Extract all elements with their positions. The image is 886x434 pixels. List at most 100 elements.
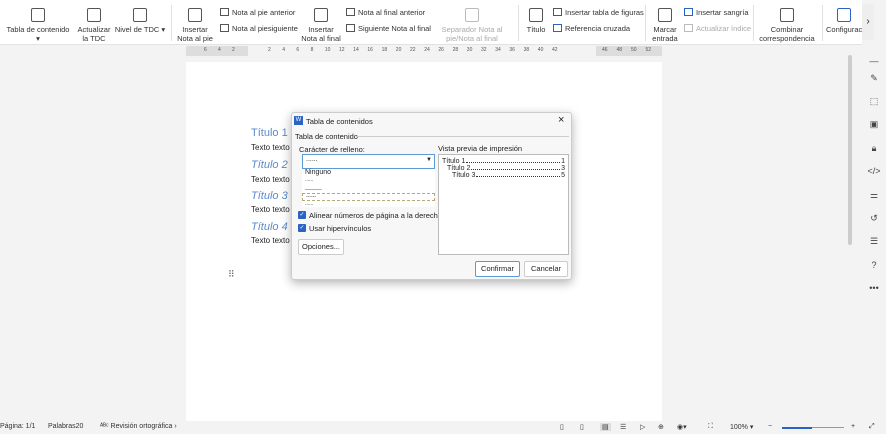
layers-icon[interactable]: ☰ (866, 236, 882, 247)
cancel-button[interactable]: Cancelar (524, 261, 568, 277)
scrollbar[interactable] (848, 55, 852, 245)
ruler-tick: 24 (424, 47, 430, 53)
fill-select[interactable]: ...... ▼ (302, 154, 435, 169)
toc-button[interactable]: Tabla de contenido ▾ (4, 8, 72, 43)
code-icon[interactable]: </> (866, 166, 882, 176)
heading-4: Título 4 (251, 221, 288, 233)
update-index-button[interactable]: Actualizar índice (684, 24, 751, 33)
insert-indent-button[interactable]: Insertar sangría (684, 8, 749, 17)
separator-button[interactable]: Separador Nota al pie/Nota al final (432, 8, 512, 43)
label: Título (526, 25, 546, 34)
web-icon[interactable]: ⊕ (658, 423, 664, 431)
ruler-tick: 28 (452, 47, 459, 53)
preview-row: Título 1 1 (442, 158, 565, 165)
insert-endnote-button[interactable]: Insertar Nota al final (300, 8, 342, 43)
option[interactable]: Ninguno (302, 169, 435, 177)
minus-icon[interactable]: — (866, 56, 882, 66)
next-endnote-button[interactable]: Siguiente Nota al final (346, 24, 431, 33)
preview-row: Título 3 5 (442, 172, 565, 179)
dialog-title: Tabla de contenidos (306, 117, 373, 126)
options-button[interactable]: Opciones... (298, 239, 344, 255)
history-icon[interactable]: ↺ (866, 213, 882, 224)
align-checkbox[interactable]: ✓ (298, 211, 306, 219)
help-icon[interactable]: ? (866, 260, 882, 270)
status-bar: Página: 1/1 Palabras20 ᴬᴮᶜ Revisión orto… (0, 421, 886, 434)
more-icon[interactable]: ••• (866, 283, 882, 293)
group-label: Tabla de contenido (295, 132, 358, 141)
body-text: Texto texto (251, 143, 290, 152)
drag-handle-icon[interactable]: ⠿ (228, 269, 235, 280)
hyperlinks-label: Usar hipervínculos (309, 224, 372, 233)
update-toc-button[interactable]: Actualizar la TDC (74, 8, 114, 43)
body-text: Texto texto (251, 205, 290, 214)
ruler[interactable]: 6 4 2 2 4 6 8 10 12 14 16 18 20 22 24 26 28 30 32 34 36 38 40 4… (186, 46, 662, 56)
ruler-tick: 38 (523, 47, 530, 53)
outline-icon[interactable]: ☰ (620, 423, 626, 431)
confirm-button[interactable]: Confirmar (475, 261, 520, 277)
option[interactable]: ...... (302, 177, 435, 185)
heading-1: Título 1 (251, 127, 288, 139)
ruler-tick: 40 (537, 47, 544, 53)
align-label: Alinear números de página a la derecha (309, 211, 443, 220)
update-icon (684, 24, 693, 32)
caption-button[interactable]: Título (524, 8, 548, 34)
ribbon-scroll-right[interactable]: › (862, 4, 874, 40)
prev-footnote-button[interactable]: Nota al pie anterior (220, 8, 295, 17)
fit-icon[interactable]: ⛶ (708, 423, 713, 431)
zoom-level[interactable]: 100% ▾ (730, 423, 753, 431)
footnote-icon (188, 8, 202, 22)
mail-merge-button[interactable]: Combinar correspondencia (756, 8, 818, 43)
settings-button[interactable]: Configurac (826, 8, 862, 34)
mark-entry-button[interactable]: Marcar entrada (650, 8, 680, 43)
label: Nota al pie anterior (232, 8, 296, 17)
label: Actualizar la TDC (77, 25, 111, 43)
toc-level-button[interactable]: Nivel de TDC ▾ (114, 8, 166, 34)
ruler-tick: 8 (310, 47, 314, 53)
fullscreen-icon[interactable]: ⤢ (869, 423, 875, 431)
spell-check[interactable]: ᴬᴮᶜ Revisión ortográfica › (100, 423, 177, 430)
zoom-slider[interactable] (782, 427, 844, 429)
pen-icon (658, 8, 672, 22)
link-icon (553, 24, 562, 32)
zoom-in-button[interactable]: + (851, 423, 855, 430)
label: Insertar sangría (696, 8, 749, 17)
ruler-tick: 20 (395, 47, 402, 53)
page-view-icon[interactable]: ▤ (600, 423, 611, 431)
pen-icon[interactable]: ✎ (866, 73, 882, 84)
ruler-tick: 16 (367, 47, 373, 53)
right-sidebar: — ✎ ⬚ ▣ 🔒︎ </> ⚌ ↺ ☰ ? ••• (862, 46, 886, 421)
option[interactable]: ...... (302, 201, 435, 207)
mail-icon (780, 8, 794, 22)
hyperlinks-checkbox[interactable]: ✓ (298, 224, 306, 232)
ruler-tick: 48 (616, 47, 623, 53)
ruler-tick: 4 (282, 47, 285, 53)
preview-title: Título 2 (447, 165, 471, 172)
read-mode-icon[interactable]: ▯ (560, 423, 564, 431)
lock-icon[interactable]: 🔒︎ (866, 143, 882, 154)
next-footnote-button[interactable]: Nota al piesiguiente (220, 24, 298, 33)
label: Actualizar índice (696, 24, 752, 33)
mobile-view-icon[interactable]: ▯ (580, 423, 584, 431)
option[interactable]: ------ (302, 193, 435, 201)
image-icon (529, 8, 543, 22)
eye-icon[interactable]: ◉▾ (677, 423, 687, 431)
prev-endnote-button[interactable]: Nota al final anterior (346, 8, 425, 17)
label: Tabla de contenido ▾ (6, 25, 70, 43)
select-icon[interactable]: ⬚ (866, 96, 882, 107)
prev-icon (220, 8, 229, 16)
separator-icon (465, 8, 479, 22)
option[interactable]: ______ (302, 185, 435, 193)
levels-icon (133, 8, 147, 22)
insert-figures-table-button[interactable]: Insertar tabla de figuras (553, 8, 644, 17)
zoom-out-button[interactable]: − (768, 423, 772, 430)
close-icon[interactable]: × (558, 114, 564, 126)
sliders-icon[interactable]: ⚌ (866, 190, 882, 201)
play-icon[interactable]: ▷ (640, 423, 645, 431)
insert-footnote-button[interactable]: Insertar Nota al pie (176, 8, 214, 43)
translate-icon[interactable]: ▣ (866, 119, 882, 130)
label: Configurac (826, 25, 862, 34)
word-count: Palabras20 (48, 423, 84, 430)
ruler-tick: 36 (509, 47, 515, 53)
ruler-tick: 6 (204, 47, 207, 53)
cross-ref-button[interactable]: Referencia cruzada (553, 24, 630, 33)
